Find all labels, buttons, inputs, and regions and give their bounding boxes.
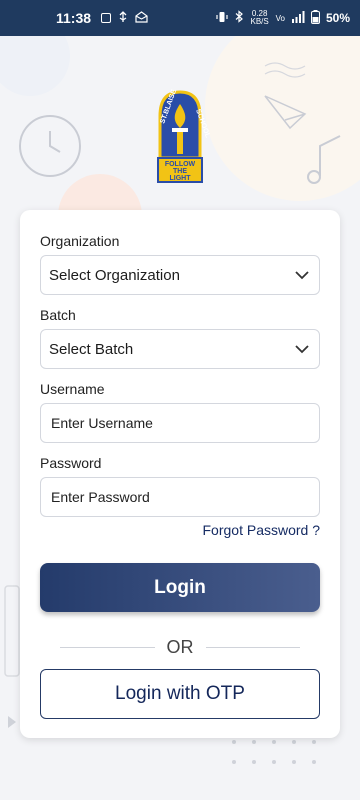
login-with-otp-button[interactable]: Login with OTP <box>40 669 320 719</box>
organization-label: Organization <box>40 233 120 249</box>
volte-icon: Vo <box>275 13 285 23</box>
vibrate-icon <box>216 11 228 26</box>
chevron-down-icon <box>295 271 309 280</box>
svg-text:THE: THE <box>173 168 187 175</box>
status-time: 11:38 <box>56 10 92 26</box>
forgot-password-link[interactable]: Forgot Password ? <box>203 522 321 538</box>
password-label: Password <box>40 455 102 471</box>
or-divider: OR <box>60 636 300 658</box>
sim-icon <box>101 13 112 23</box>
login-button[interactable]: Login <box>40 563 320 612</box>
network-speed-icon: 0.28 KB/S <box>250 9 269 26</box>
usb-icon <box>117 10 129 26</box>
or-text: OR <box>166 636 194 657</box>
batch-select-value: Select Batch <box>49 340 134 358</box>
divider-line <box>60 646 155 648</box>
bluetooth-icon <box>234 10 244 26</box>
school-logo: ST.BLAISE SCHOOL FOLLOW THE LIGHT <box>150 88 211 184</box>
email-icon <box>135 10 148 26</box>
chevron-down-icon <box>295 345 309 354</box>
organization-select-value: Select Organization <box>49 266 180 284</box>
battery-percent: 50% <box>325 11 350 25</box>
password-field-wrap <box>40 477 320 517</box>
password-input[interactable] <box>49 489 311 505</box>
username-input[interactable] <box>49 415 311 431</box>
status-bar: 11:38 0.28 KB/S Vo 50% <box>0 0 360 36</box>
batch-label: Batch <box>40 307 76 323</box>
batch-select[interactable]: Select Batch <box>40 329 320 369</box>
signal-icon <box>291 10 305 26</box>
organization-select[interactable]: Select Organization <box>40 255 320 295</box>
divider-line <box>205 646 300 648</box>
svg-text:FOLLOW: FOLLOW <box>165 161 196 168</box>
battery-icon <box>310 9 320 27</box>
svg-text:LIGHT: LIGHT <box>170 175 192 182</box>
username-label: Username <box>40 381 105 397</box>
username-field-wrap <box>40 403 320 443</box>
